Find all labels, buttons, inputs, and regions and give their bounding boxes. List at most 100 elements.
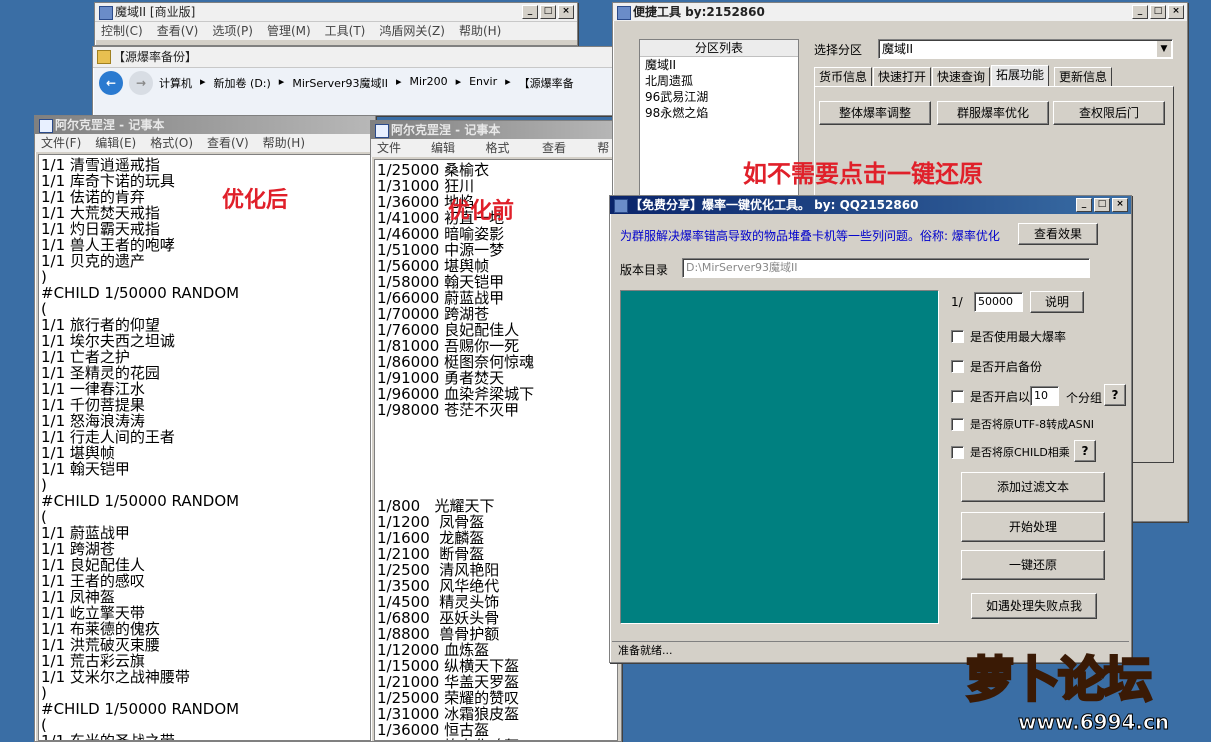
option-child-multiply[interactable]: 是否将原CHILD相乘 <box>951 444 1070 460</box>
menu-view[interactable]: 查看(V) <box>542 139 583 173</box>
menu-format[interactable]: 格式(O) <box>486 139 528 173</box>
minimize-button[interactable]: _ <box>522 5 538 19</box>
group-help-button[interactable]: ? <box>1104 384 1126 406</box>
partition-item[interactable]: 北周遗孤 <box>640 73 798 89</box>
option-backup[interactable]: 是否开启备份 <box>951 358 1042 375</box>
maximize-button[interactable]: □ <box>1094 198 1110 212</box>
forward-arrow-icon[interactable]: → <box>129 71 153 95</box>
notepad-after-text[interactable]: 1/1 清雪逍遥戒指 1/1 库奇卞诺的玩具 1/1 佉诺的肯弃 1/1 大荒焚天戒指… <box>38 154 372 741</box>
failure-help-button[interactable]: 如遇处理失败点我 <box>971 593 1097 619</box>
text-line: ) <box>41 684 47 702</box>
menu-options[interactable]: 选项(P) <box>212 22 253 40</box>
option-utf8-convert[interactable]: 是否将原UTF-8转成ASNI <box>951 416 1094 432</box>
checkbox[interactable] <box>951 417 964 431</box>
text-line: ( <box>41 300 47 318</box>
checkbox[interactable] <box>951 330 964 343</box>
tab-updates[interactable]: 更新信息 <box>1054 67 1113 87</box>
partition-item[interactable]: 98永燃之焰 <box>640 105 798 121</box>
ratio-input[interactable]: 50000 <box>974 292 1023 312</box>
notepad-before-titlebar[interactable]: 阿尔克罡涅 - 记事本 <box>371 121 621 139</box>
notepad-before-text[interactable]: 1/25000 桑榆衣 1/31000 狂川 1/36000 地焰 1/41000 初… <box>374 159 618 741</box>
chevron-down-icon[interactable]: ▼ <box>1157 41 1171 57</box>
version-dir-field[interactable]: D:\MirServer93魔域II <box>682 258 1090 278</box>
option-max-drop[interactable]: 是否使用最大爆率 <box>951 328 1066 345</box>
menu-manage[interactable]: 管理(M) <box>267 22 311 40</box>
option-grouping[interactable]: 是否开启以 <box>951 388 1030 405</box>
annotation-before: 优化前 <box>448 199 515 224</box>
text-line: 1/56000 堪舆帧 <box>377 257 490 275</box>
version-dir-label: 版本目录 <box>620 263 669 277</box>
menu-gateway[interactable]: 鸿盾网关(Z) <box>379 22 445 40</box>
text-line: 1/66000 蔚蓝战甲 <box>377 289 505 307</box>
text-line <box>377 482 615 498</box>
menu-file[interactable]: 文件(F) <box>41 134 81 152</box>
overall-drop-rate-button[interactable]: 整体爆率调整 <box>819 101 931 125</box>
close-button[interactable]: × <box>1168 5 1184 19</box>
breadcrumb-server[interactable]: MirServer93魔域II <box>292 75 388 91</box>
moyu-menubar: 控制(C) 查看(V) 选项(P) 管理(M) 工具(T) 鸿盾网关(Z) 帮助… <box>95 22 577 40</box>
check-backdoor-button[interactable]: 查权限后门 <box>1053 101 1165 125</box>
tab-quick-query[interactable]: 快速查询 <box>932 67 991 87</box>
partition-item[interactable]: 魔域II <box>640 57 798 73</box>
log-panel[interactable] <box>620 290 939 624</box>
text-line: 1/1 清雪逍遥戒指 <box>41 156 160 174</box>
tab-currency[interactable]: 货币信息 <box>814 67 873 87</box>
menu-edit[interactable]: 编辑(E) <box>431 139 472 173</box>
checkbox[interactable] <box>951 390 964 403</box>
close-button[interactable]: × <box>1112 198 1128 212</box>
menu-help[interactable]: 帮助(H) <box>459 22 501 40</box>
partition-select[interactable]: 魔域II ▼ <box>878 39 1173 59</box>
breadcrumb-separator-icon: ▸ <box>395 75 402 88</box>
menu-tools[interactable]: 工具(T) <box>325 22 366 40</box>
menu-view[interactable]: 查看(V) <box>207 134 249 152</box>
explain-button[interactable]: 说明 <box>1030 291 1084 313</box>
text-line: ) <box>41 476 47 494</box>
explorer-titlebar[interactable]: 【源爆率备份】 <box>93 47 633 68</box>
minimize-button[interactable]: _ <box>1076 198 1092 212</box>
menu-format[interactable]: 格式(O) <box>150 134 193 152</box>
optimizer-titlebar[interactable]: 【免费分享】爆率一键优化工具。 by: QQ2152860 _ □ × <box>610 196 1131 214</box>
text-line: 1/1 佉诺的肯弃 <box>41 188 145 206</box>
option-label: 是否开启以 <box>970 390 1031 404</box>
back-arrow-icon[interactable]: ← <box>99 71 123 95</box>
partition-item[interactable]: 96武易江湖 <box>640 89 798 105</box>
add-filter-button[interactable]: 添加过滤文本 <box>961 472 1105 502</box>
breadcrumb-volume[interactable]: 新加卷 (D:) <box>214 75 271 91</box>
address-bar[interactable]: 计算机 ▸ 新加卷 (D:) ▸ MirServer93魔域II ▸ Mir200 ▸ … <box>159 75 574 91</box>
maximize-button[interactable]: □ <box>1150 5 1166 19</box>
breadcrumb-mir200[interactable]: Mir200 <box>410 75 448 91</box>
menu-edit[interactable]: 编辑(E) <box>95 134 136 152</box>
close-button[interactable]: × <box>558 5 574 19</box>
breadcrumb-envir[interactable]: Envir <box>469 75 497 91</box>
text-line: #CHILD 1/50000 RANDOM <box>41 492 240 510</box>
view-effect-button[interactable]: 查看效果 <box>1018 223 1098 245</box>
minimize-button[interactable]: _ <box>1132 5 1148 19</box>
text-line: 1/21000 华盖天罗盔 <box>377 673 520 691</box>
menu-file[interactable]: 文件(F) <box>377 139 417 173</box>
tab-quick-open[interactable]: 快速打开 <box>873 67 932 87</box>
one-click-restore-button[interactable]: 一键还原 <box>961 550 1105 580</box>
maximize-button[interactable]: □ <box>540 5 556 19</box>
explorer-window: 【源爆率备份】 ← → 计算机 ▸ 新加卷 (D:) ▸ MirServer93魔域… <box>92 46 634 116</box>
text-line: 1/1 亡者之护 <box>41 348 130 366</box>
option-label: 是否将原CHILD相乘 <box>970 446 1070 459</box>
checkbox[interactable] <box>951 445 964 459</box>
tab-extensions[interactable]: 拓展功能 <box>991 65 1050 87</box>
start-process-button[interactable]: 开始处理 <box>961 512 1105 542</box>
menu-control[interactable]: 控制(C) <box>101 22 143 40</box>
notepad-after-titlebar[interactable]: 阿尔克罡涅 - 记事本 <box>35 116 375 134</box>
child-help-button[interactable]: ? <box>1074 440 1096 462</box>
menu-help[interactable]: 帮助(H) <box>263 134 305 152</box>
text-line: 1/70000 跨湖苍 <box>377 305 490 323</box>
moyu-titlebar[interactable]: 魔域II [商业版] _ □ × <box>95 3 577 22</box>
group-drop-rate-button[interactable]: 群服爆率优化 <box>937 101 1049 125</box>
text-line: 1/1200 凤骨盔 <box>377 513 485 531</box>
breadcrumb-backup[interactable]: 【源爆率备 <box>519 75 574 91</box>
group-count-input[interactable]: 10 <box>1030 386 1059 406</box>
text-line: 1/1 千仞菩提果 <box>41 396 145 414</box>
app-icon <box>99 6 113 20</box>
checkbox[interactable] <box>951 360 964 373</box>
shortcut-tool-titlebar[interactable]: 便捷工具 by:2152860 _ □ × <box>613 3 1187 21</box>
breadcrumb-computer[interactable]: 计算机 <box>159 75 192 91</box>
menu-view[interactable]: 查看(V) <box>157 22 199 40</box>
